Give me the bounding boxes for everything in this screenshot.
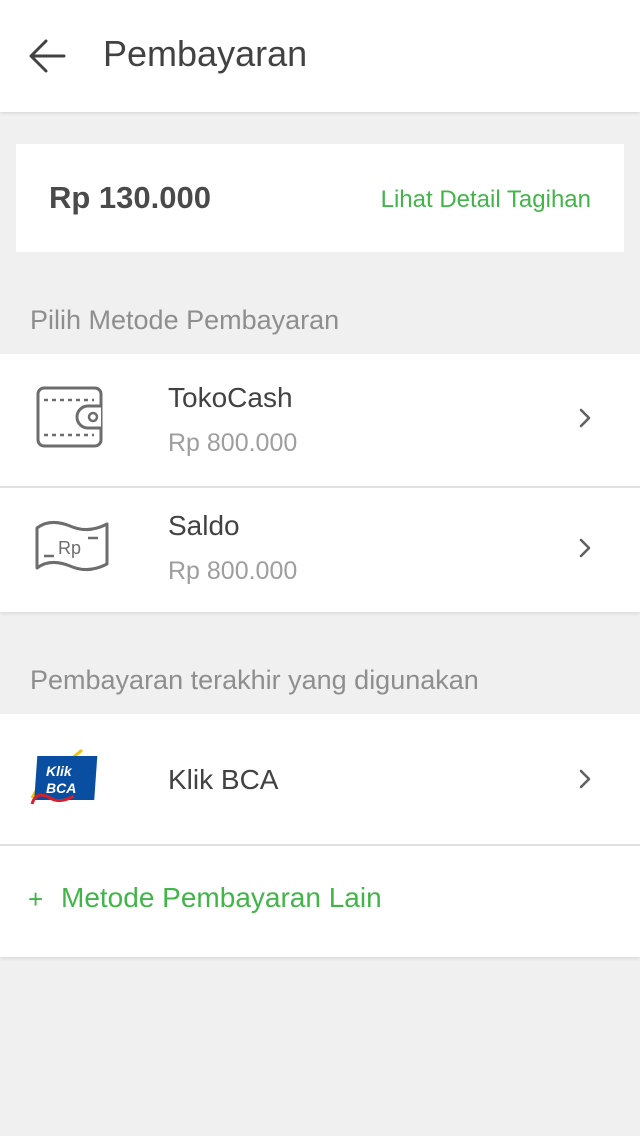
chevron-right-icon: [579, 769, 591, 789]
payment-method-klik-bca[interactable]: Klik BCA Klik BCA: [0, 714, 640, 844]
chevron-right-icon: [579, 408, 591, 428]
add-other-payment-method-label: Metode Pembayaran Lain: [61, 882, 382, 913]
payment-method-saldo[interactable]: Rp Saldo Rp 800.000: [0, 488, 640, 612]
payment-method-name: TokoCash: [168, 382, 293, 413]
payment-method-balance: Rp 800.000: [168, 557, 298, 585]
view-bill-detail-link[interactable]: Lihat Detail Tagihan: [381, 184, 591, 216]
page-title: Pembayaran: [103, 33, 308, 74]
recent-payment-card: Klik BCA Klik BCA + Metode Pembayaran La…: [0, 714, 640, 957]
klikbca-logo: Klik BCA: [30, 748, 98, 805]
banknote-rp-icon: Rp: [35, 521, 109, 571]
payment-methods-section-title: Pilih Metode Pembayaran: [30, 305, 340, 335]
wallet-icon: [36, 386, 103, 448]
svg-text:Rp: Rp: [58, 538, 81, 558]
payment-method-name: Saldo: [168, 510, 240, 541]
svg-text:Klik: Klik: [46, 763, 73, 779]
plus-icon: +: [28, 884, 44, 914]
payment-method-tokocash[interactable]: TokoCash Rp 800.000: [0, 354, 640, 486]
bill-summary-card: Rp 130.000 Lihat Detail Tagihan: [16, 144, 624, 252]
payment-method-name: Klik BCA: [168, 764, 279, 795]
total-amount: Rp 130.000: [49, 180, 211, 215]
chevron-right-icon: [579, 538, 591, 558]
app-bar: Pembayaran: [0, 0, 640, 112]
svg-text:BCA: BCA: [46, 780, 76, 796]
payment-method-balance: Rp 800.000: [168, 429, 298, 457]
arrow-left-icon[interactable]: [24, 32, 72, 80]
payment-methods-card: TokoCash Rp 800.000 Rp Saldo Rp 800.000: [0, 354, 640, 612]
add-other-payment-method-button[interactable]: + Metode Pembayaran Lain: [0, 846, 640, 956]
recent-payment-section-title: Pembayaran terakhir yang digunakan: [30, 665, 479, 695]
